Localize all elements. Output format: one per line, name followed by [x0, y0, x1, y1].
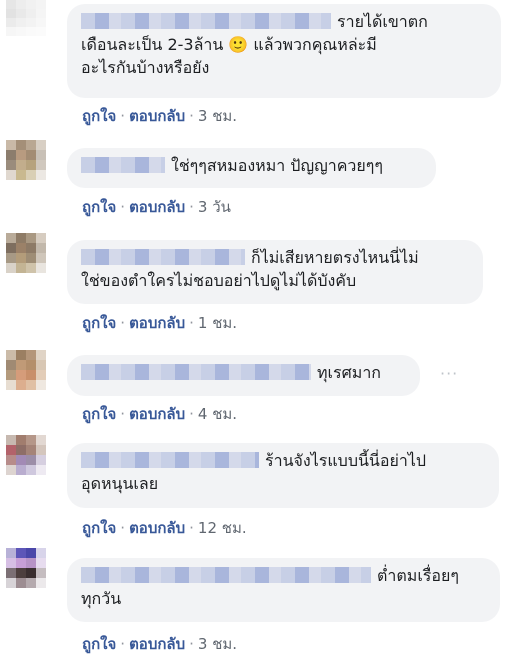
- reply-link[interactable]: ตอบกลับ: [129, 405, 185, 423]
- timestamp[interactable]: 3 ชม.: [198, 635, 237, 653]
- comment-text-line1: ก็ไม่เสียหายตรงไหนนี่ไม่: [251, 248, 419, 267]
- timestamp[interactable]: 1 ชม.: [198, 314, 237, 332]
- comment-bubble: ทุเรศมาก: [67, 355, 420, 396]
- comment-actions: ถูกใจ · ตอบกลับ · 3 วัน: [82, 198, 231, 216]
- commenter-name-blurred[interactable]: [81, 364, 311, 380]
- more-options-icon[interactable]: ···: [440, 364, 458, 383]
- avatar[interactable]: [6, 140, 46, 180]
- timestamp[interactable]: 12 ชม.: [198, 519, 247, 537]
- like-link[interactable]: ถูกใจ: [82, 635, 116, 653]
- like-link[interactable]: ถูกใจ: [82, 405, 116, 423]
- commenter-name-blurred[interactable]: [81, 157, 165, 173]
- reply-link[interactable]: ตอบกลับ: [129, 635, 185, 653]
- comment-actions: ถูกใจ · ตอบกลับ · 12 ชม.: [82, 519, 247, 537]
- comment-actions: ถูกใจ · ตอบกลับ · 3 ชม.: [82, 107, 238, 125]
- comment-actions: ถูกใจ · ตอบกลับ · 1 ชม.: [82, 314, 238, 332]
- comment-bubble: ก็ไม่เสียหายตรงไหนนี่ไม่ ใช่ของตำใครไม่ช…: [67, 240, 483, 304]
- comment-bubble: รายได้เขาตก เดือนละเป็น 2-3ล้าน 🙂 แล้วพว…: [67, 4, 501, 98]
- commenter-name-blurred[interactable]: [81, 567, 371, 583]
- like-link[interactable]: ถูกใจ: [82, 314, 116, 332]
- timestamp[interactable]: 3 ชม.: [198, 107, 237, 125]
- commenter-name-blurred[interactable]: [81, 249, 245, 265]
- comment-text-line2: อุดหนุนเลย: [81, 474, 159, 493]
- comment-text-line1: ใช่ๆๆสหมองหมา ปัญญาควยๆๆ: [171, 156, 383, 175]
- avatar[interactable]: [6, 0, 46, 36]
- timestamp[interactable]: 4 ชม.: [198, 405, 237, 423]
- comment-text-line1: รายได้เขาตก: [337, 12, 428, 31]
- like-link[interactable]: ถูกใจ: [82, 519, 116, 537]
- reply-link[interactable]: ตอบกลับ: [129, 519, 185, 537]
- comment-bubble: ร้านจังไรแบบนี้นี่อย่าไป อุดหนุนเลย: [67, 443, 499, 508]
- comment-text-line1: ทุเรศมาก: [317, 363, 381, 382]
- reply-link[interactable]: ตอบกลับ: [129, 198, 185, 216]
- comment-text-line2: ใช่ของตำใครไม่ชอบอย่าไปดูไม่ได้บังคับ: [81, 271, 357, 290]
- comment-text-line1: ร้านจังไรแบบนี้นี่อย่าไป: [265, 451, 427, 470]
- comment-text-line3: อะไรกันบ้างหรือยัง: [81, 58, 210, 77]
- comment-text-line2: ทุกวัน: [81, 589, 122, 608]
- avatar[interactable]: [6, 435, 46, 475]
- comment-text-line1: ต่ำตมเรื่อยๆ: [377, 566, 459, 585]
- avatar[interactable]: [6, 350, 46, 390]
- like-link[interactable]: ถูกใจ: [82, 198, 116, 216]
- reply-link[interactable]: ตอบกลับ: [129, 314, 185, 332]
- avatar[interactable]: [6, 548, 46, 588]
- comment-bubble: ต่ำตมเรื่อยๆ ทุกวัน: [67, 558, 500, 622]
- comment-actions: ถูกใจ · ตอบกลับ · 4 ชม.: [82, 405, 238, 423]
- avatar[interactable]: [6, 233, 46, 273]
- comment-actions: ถูกใจ · ตอบกลับ · 3 ชม.: [82, 635, 238, 653]
- comment-text-line2: เดือนละเป็น 2-3ล้าน 🙂 แล้วพวกคุณหล่ะมี: [81, 35, 377, 54]
- commenter-name-blurred[interactable]: [81, 13, 331, 29]
- comment-bubble: ใช่ๆๆสหมองหมา ปัญญาควยๆๆ: [67, 148, 436, 188]
- timestamp[interactable]: 3 วัน: [198, 198, 231, 216]
- commenter-name-blurred[interactable]: [81, 452, 259, 468]
- like-link[interactable]: ถูกใจ: [82, 107, 116, 125]
- reply-link[interactable]: ตอบกลับ: [129, 107, 185, 125]
